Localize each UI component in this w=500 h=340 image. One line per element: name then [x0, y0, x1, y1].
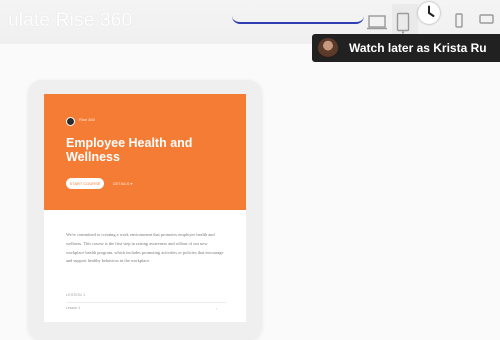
lesson-list-item[interactable]: Lesson 1: [66, 306, 80, 310]
phone-portrait-icon[interactable]: [454, 12, 464, 30]
phone-landscape-icon[interactable]: [478, 12, 496, 26]
video-title: ulate Rise 360: [8, 10, 133, 31]
course-description: We're committed to creating a work envir…: [66, 232, 224, 264]
chevron-right-icon: ›: [216, 306, 218, 311]
avatar: [318, 38, 338, 58]
tablet-portrait-icon[interactable]: [396, 12, 410, 34]
author-avatar-icon: [66, 117, 75, 126]
start-course-button[interactable]: START COURSE: [66, 178, 104, 189]
author-name: Rise 360: [79, 117, 95, 122]
divider: [66, 302, 226, 303]
watch-later-label: Watch later as Krista Ru: [349, 41, 487, 55]
laptop-icon[interactable]: [366, 12, 388, 32]
lessons-section-label: LESSON 1: [66, 293, 86, 297]
details-dropdown[interactable]: DETAILS ▾: [113, 181, 133, 186]
course-title: Employee Health and Wellness: [66, 136, 193, 164]
pen-annotation-stroke: [232, 16, 364, 24]
clock-icon[interactable]: [418, 2, 440, 24]
watch-later-toast[interactable]: Watch later as Krista Ru: [312, 34, 500, 62]
video-top-bar: ulate Rise 360 Watch later as Krista Ru: [0, 0, 500, 62]
